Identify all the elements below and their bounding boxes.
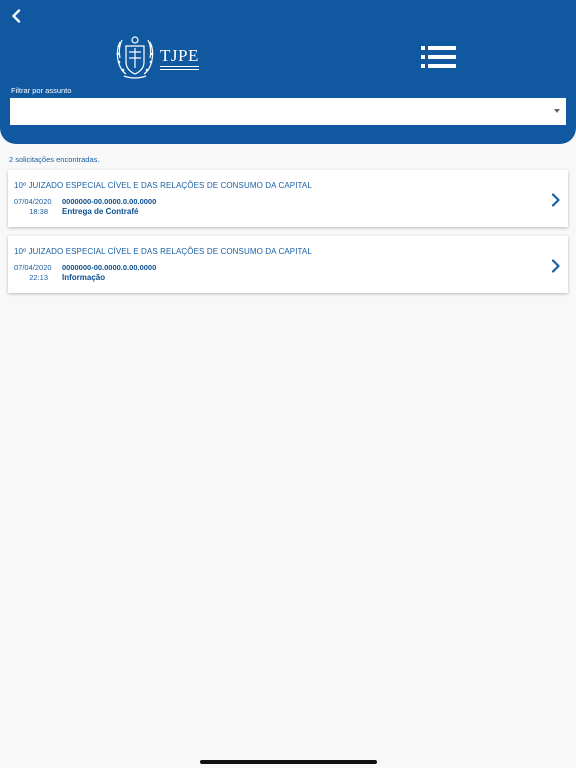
request-subject: Informação — [62, 273, 106, 282]
list-menu-icon — [421, 46, 456, 68]
tjpe-logo: TJPE — [114, 34, 200, 80]
menu-button[interactable] — [420, 45, 458, 69]
app-header: TJPE Filtrar por assunto — [0, 0, 576, 144]
request-card[interactable]: 10º JUIZADO ESPECIAL CÍVEL E DAS RELAÇÕE… — [8, 236, 568, 293]
caret-down-icon — [554, 109, 560, 113]
request-subject: Entrega de Contrafé — [62, 207, 139, 216]
logo-wordmark: TJPE — [160, 45, 199, 70]
filter-subject-select[interactable] — [10, 98, 566, 125]
court-name: 10º JUIZADO ESPECIAL CÍVEL E DAS RELAÇÕE… — [14, 181, 312, 190]
home-indicator[interactable] — [200, 760, 377, 764]
request-time: 18:38 — [29, 207, 48, 216]
filter-label: Filtrar por assunto — [11, 86, 72, 95]
chevron-right-icon — [551, 193, 560, 207]
request-date: 07/04/2020 — [14, 197, 52, 206]
chevron-left-icon — [12, 9, 21, 23]
request-time: 22:13 — [29, 273, 48, 282]
process-number: 0000000-00.0000.0.00.0000 — [62, 263, 157, 272]
process-number: 0000000-00.0000.0.00.0000 — [62, 197, 157, 206]
back-button[interactable] — [6, 6, 26, 26]
chevron-right-icon — [551, 259, 560, 273]
court-name: 10º JUIZADO ESPECIAL CÍVEL E DAS RELAÇÕE… — [14, 247, 312, 256]
request-date: 07/04/2020 — [14, 263, 52, 272]
results-count: 2 solicitações encontradas. — [9, 155, 100, 164]
coat-of-arms-icon — [116, 36, 154, 79]
request-card[interactable]: 10º JUIZADO ESPECIAL CÍVEL E DAS RELAÇÕE… — [8, 170, 568, 227]
